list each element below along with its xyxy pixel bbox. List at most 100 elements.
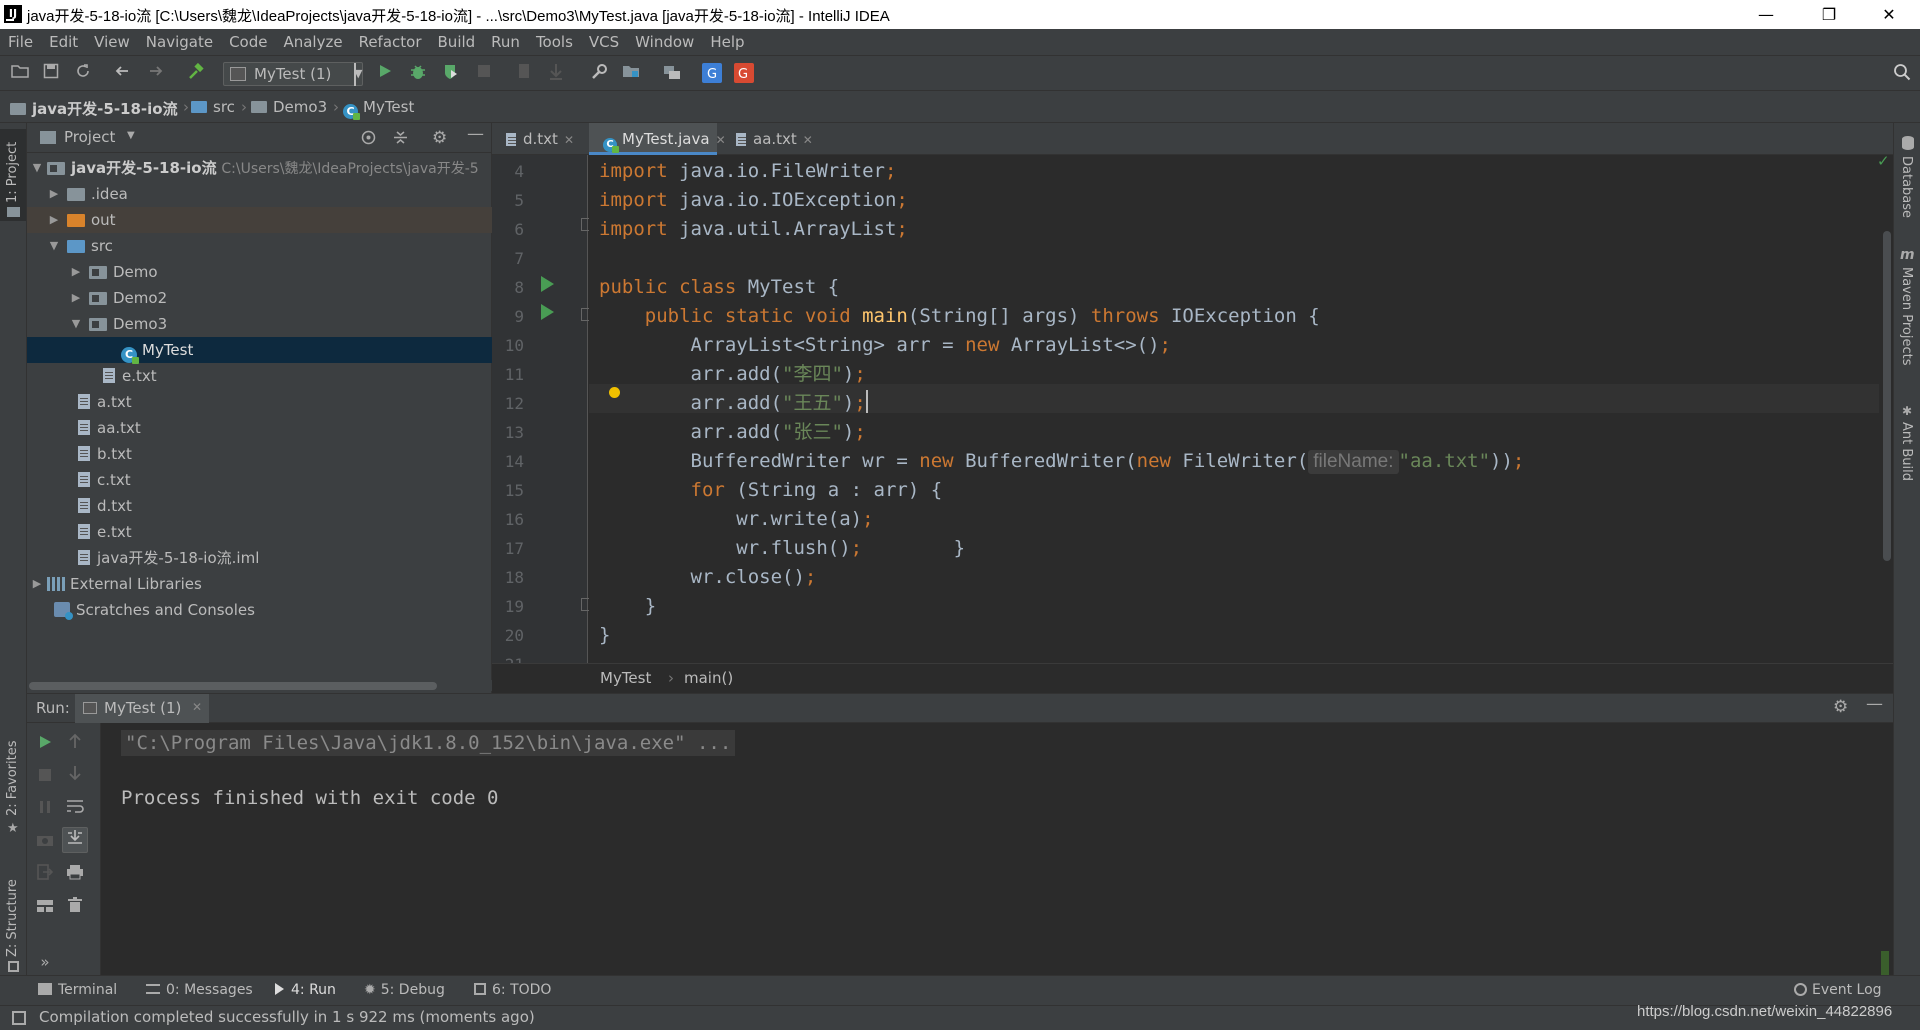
run-with-coverage-icon[interactable] <box>441 63 461 83</box>
run-tool-button[interactable]: 4: Run <box>275 982 336 998</box>
menu-analyze[interactable]: Analyze <box>275 29 350 56</box>
translate-plugin-icon[interactable]: G <box>734 63 754 83</box>
minimize-button[interactable]: — <box>1743 0 1789 29</box>
menu-refactor[interactable]: Refactor <box>351 29 430 56</box>
inspection-ok-check-icon[interactable]: ✓ <box>1877 152 1890 170</box>
tree-item-out[interactable]: ▶ out <box>27 207 492 233</box>
trash-icon[interactable] <box>64 897 86 919</box>
run-icon[interactable] <box>375 63 395 83</box>
project-horizontal-scrollbar[interactable] <box>27 680 492 691</box>
editor-vertical-scrollbar[interactable] <box>1879 155 1893 663</box>
tree-item-demo3-etxt[interactable]: e.txt <box>27 363 492 389</box>
camera-dump-icon[interactable] <box>34 831 56 853</box>
print-icon[interactable] <box>64 864 86 886</box>
tree-item-iml[interactable]: java开发-5-18-io流.iml <box>27 545 492 571</box>
tree-item-file[interactable]: d.txt <box>27 493 492 519</box>
collapse-all-icon[interactable] <box>392 129 409 150</box>
run-configuration-dropdown[interactable]: MyTest (1) ▼ <box>223 62 363 86</box>
close-window-button[interactable]: ✕ <box>1866 0 1912 29</box>
menu-run[interactable]: Run <box>483 29 528 56</box>
settings-wrench-icon[interactable] <box>589 63 609 83</box>
run-main-gutter-icon[interactable] <box>541 304 554 320</box>
stop-icon[interactable] <box>474 63 494 83</box>
gear-icon[interactable]: ⚙ <box>1833 697 1848 717</box>
collapsed-arrow-icon[interactable]: ▶ <box>47 207 61 233</box>
messages-tool-button[interactable]: 0: Messages <box>146 982 253 998</box>
soft-wrap-icon[interactable] <box>64 798 86 820</box>
status-message[interactable]: Compilation completed successfully in 1 … <box>39 1008 535 1026</box>
tab-mytest-java[interactable]: C MyTest.java ✕ <box>589 123 726 155</box>
menu-view[interactable]: View <box>86 29 138 56</box>
breadcrumb-package[interactable]: Demo3 <box>251 98 327 116</box>
locate-target-icon[interactable] <box>360 129 377 150</box>
collapsed-arrow-icon[interactable]: ▶ <box>30 571 44 597</box>
tree-item-file[interactable]: aa.txt <box>27 415 492 441</box>
scroll-up-icon[interactable] <box>64 733 86 755</box>
tree-item-demo2[interactable]: ▶ Demo2 <box>27 285 492 311</box>
scrollbar-thumb[interactable] <box>1883 231 1891 561</box>
tree-item-file[interactable]: c.txt <box>27 467 492 493</box>
rerun-icon[interactable] <box>34 733 56 755</box>
pause-icon[interactable] <box>34 798 56 820</box>
hide-panel-icon[interactable]: — <box>467 124 484 144</box>
debug-bug-icon[interactable] <box>408 63 428 83</box>
collapsed-arrow-icon[interactable]: ▶ <box>47 181 61 207</box>
tab-aa-txt[interactable]: aa.txt ✕ <box>722 123 822 155</box>
tree-item-demo[interactable]: ▶ Demo <box>27 259 492 285</box>
run-console[interactable]: "C:\Program Files\Java\jdk1.8.0_152\bin\… <box>101 723 1893 975</box>
forward-arrow-icon[interactable] <box>146 63 166 83</box>
menu-file[interactable]: File <box>0 29 41 56</box>
database-tool-label[interactable]: Database <box>1899 156 1914 218</box>
tree-item-external-libraries[interactable]: ▶ External Libraries <box>27 571 492 597</box>
open-folder-icon[interactable] <box>10 63 30 83</box>
debug-tool-button[interactable]: ✹ 5: Debug <box>364 982 445 998</box>
tree-item-demo3[interactable]: ▼ Demo3 <box>27 311 492 337</box>
toggle-tool-windows-icon[interactable] <box>12 1011 26 1025</box>
breadcrumb-class[interactable]: MyTest <box>600 669 651 687</box>
menu-build[interactable]: Build <box>430 29 484 56</box>
back-arrow-icon[interactable] <box>112 63 132 83</box>
tree-item-idea[interactable]: ▶ .idea <box>27 181 492 207</box>
scroll-down-icon[interactable] <box>64 765 86 787</box>
menu-help[interactable]: Help <box>702 29 752 56</box>
expanded-arrow-icon[interactable]: ▼ <box>47 233 61 259</box>
tree-item-file[interactable]: a.txt <box>27 389 492 415</box>
breadcrumb-file[interactable]: C MyTest <box>343 98 414 120</box>
menu-window[interactable]: Window <box>627 29 702 56</box>
scrollbar-thumb[interactable] <box>29 682 437 690</box>
tree-item-file[interactable]: b.txt <box>27 441 492 467</box>
project-tool-label[interactable]: 1: Project <box>5 142 20 203</box>
close-tab-icon[interactable]: ✕ <box>564 133 574 147</box>
menu-vcs[interactable]: VCS <box>581 29 627 56</box>
ant-build-tool-label[interactable]: Ant Build <box>1899 422 1914 481</box>
exit-icon[interactable] <box>34 864 56 886</box>
vcs-commit-icon[interactable] <box>546 63 566 83</box>
tab-d-txt[interactable]: d.txt ✕ <box>492 123 586 155</box>
build-hammer-icon[interactable] <box>186 62 206 83</box>
expanded-arrow-icon[interactable]: ▼ <box>69 311 83 337</box>
translate-g-icon[interactable]: G <box>702 63 722 83</box>
event-log-tool-button[interactable]: Event Log <box>1794 982 1882 998</box>
expanded-arrow-icon[interactable]: ▼ <box>30 155 44 181</box>
menu-navigate[interactable]: Navigate <box>138 29 221 56</box>
breadcrumb-src[interactable]: src <box>191 98 235 116</box>
hide-panel-icon[interactable]: — <box>1866 694 1883 714</box>
todo-tool-button[interactable]: 6: TODO <box>474 982 551 998</box>
close-tab-icon[interactable]: ✕ <box>803 133 813 147</box>
project-view-selector[interactable]: Project <box>64 128 115 146</box>
chevron-down-icon[interactable]: ▼ <box>127 130 135 141</box>
tree-item-file[interactable]: e.txt <box>27 519 492 545</box>
breadcrumb-project[interactable]: java开发-5-18-io流 <box>10 98 178 119</box>
tree-item-scratches[interactable]: Scratches and Consoles <box>27 597 492 623</box>
menu-edit[interactable]: Edit <box>41 29 86 56</box>
code-editor[interactable]: import java.io.FileWriter; import java.i… <box>589 155 1879 663</box>
menu-tools[interactable]: Tools <box>528 29 581 56</box>
breadcrumb-method[interactable]: main() <box>684 669 733 687</box>
stop-icon[interactable] <box>34 765 56 787</box>
project-structure-icon[interactable] <box>621 63 641 83</box>
structure-tool-label[interactable]: Z: Structure <box>5 879 20 957</box>
search-everywhere-icon[interactable] <box>1892 63 1912 83</box>
favorites-tool-label[interactable]: 2: Favorites <box>5 740 20 816</box>
tree-item-mytest[interactable]: C MyTest <box>27 337 492 364</box>
maven-tool-label[interactable]: Maven Projects <box>1899 267 1914 366</box>
